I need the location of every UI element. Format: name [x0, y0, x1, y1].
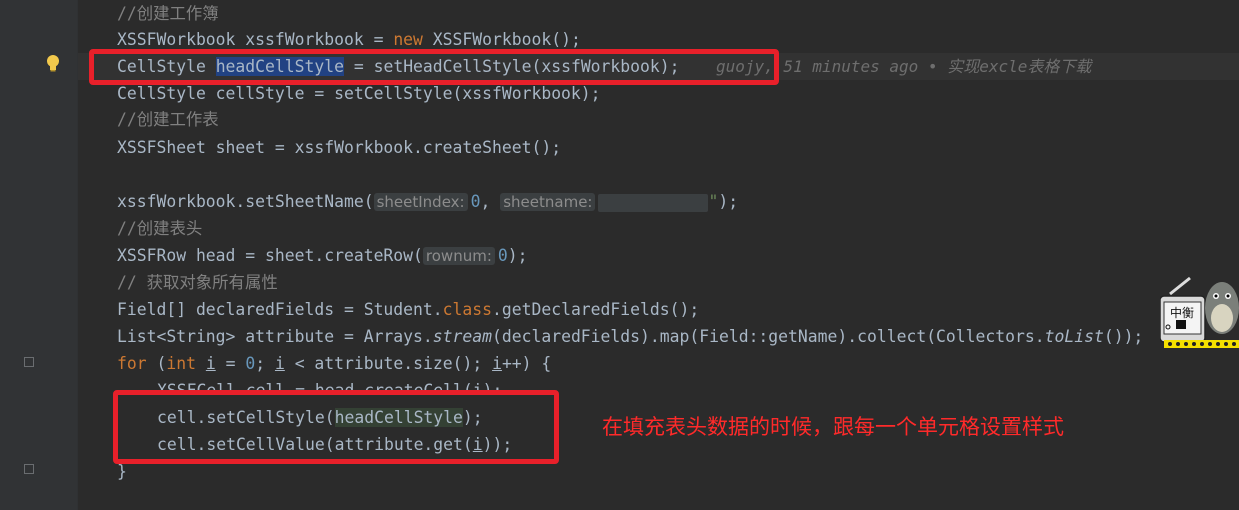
lightbulb-icon[interactable]: [46, 55, 60, 72]
loop-variable: i: [274, 354, 285, 373]
code-line-9: //创建表头: [117, 215, 202, 242]
code-text: ,: [480, 192, 501, 211]
code-text: );: [718, 192, 739, 211]
fold-marker-icon[interactable]: [24, 357, 34, 367]
comment: //创建工作表: [117, 110, 219, 129]
static-method: stream: [432, 327, 492, 346]
keyword-class: class: [442, 300, 492, 319]
code-line-15-obscured: XSSFCell cell = head.createCell(i);: [157, 381, 503, 391]
code-line-1: //创建工作簿: [117, 0, 219, 27]
loop-variable: i: [492, 354, 502, 373]
blurred-string: [598, 193, 709, 212]
number-literal: 0: [470, 192, 481, 211]
code-line-13: List<String> attribute = Arrays.stream(d…: [117, 323, 1143, 350]
code-text: XSSFWorkbook();: [422, 30, 581, 49]
code-line-12: Field[] declaredFields = Student.class.g…: [117, 296, 699, 323]
code-line-6: XSSFSheet sheet = xssfWorkbook.createShe…: [117, 134, 561, 161]
param-hint-sheetindex: sheetIndex:: [373, 193, 468, 211]
code-line-11: // 获取对象所有属性: [117, 269, 278, 296]
code-text: CellStyle cellStyle = setCellStyle(xssfW…: [117, 84, 601, 103]
keyword-new: new: [393, 30, 423, 49]
code-text: xssfWorkbook.setSheetName(: [117, 192, 374, 211]
code-line-14: for (int i = 0; i < attribute.size(); i+…: [117, 350, 551, 377]
code-text: List<String> attribute = Arrays.: [117, 327, 433, 346]
editor-gutter: [0, 0, 77, 510]
comment: // 获取对象所有属性: [117, 273, 278, 292]
code-text: Field[] declaredFields = Student.: [117, 300, 443, 319]
code-text: XSSFSheet sheet = xssfWorkbook.createShe…: [117, 138, 562, 157]
param-hint-sheetname: sheetname:: [500, 193, 596, 211]
code-text: (declaredFields).map(Field::getName).col…: [492, 327, 1045, 346]
number-literal: 0: [497, 246, 508, 265]
code-text: XSSFRow head = sheet.createRow(: [117, 246, 423, 265]
keyword-for: for: [117, 354, 147, 373]
code-text: =: [215, 354, 246, 373]
string-literal-end: ": [708, 192, 719, 211]
code-text: ());: [1103, 327, 1144, 346]
code-line-5: //创建工作表: [117, 106, 219, 133]
param-hint-rownum: rownum:: [422, 247, 495, 265]
comment: //创建表头: [117, 219, 203, 238]
code-text: .getDeclaredFields();: [492, 300, 700, 319]
sticker-label: 中衡: [1170, 305, 1194, 320]
code-text: );: [507, 246, 528, 265]
highlight-box-declaration: [89, 49, 779, 85]
annotation-text: 在填充表头数据的时候，跟每一个单元格设置样式: [602, 415, 1064, 439]
code-line-10: XSSFRow head = sheet.createRow(rownum: 0)…: [117, 242, 528, 269]
code-line-8: xssfWorkbook.setSheetName(sheetIndex: 0, …: [117, 188, 738, 215]
code-text: ;: [255, 354, 275, 373]
loop-variable: i: [205, 354, 216, 373]
number-literal: 0: [245, 354, 256, 373]
closing-brace: }: [117, 462, 127, 481]
static-method: toList: [1044, 327, 1104, 346]
fold-marker-icon[interactable]: [24, 464, 34, 474]
highlight-box-loop-body: [113, 390, 559, 464]
comment: //创建工作簿: [117, 4, 219, 23]
code-text: < attribute.size();: [284, 354, 493, 373]
keyword-int: int: [166, 354, 196, 373]
totoro-sticker-icon: 中衡: [1159, 270, 1239, 350]
code-text: XSSFWorkbook xssfWorkbook =: [117, 30, 394, 49]
code-text: (: [146, 354, 167, 373]
code-text: ++) {: [501, 354, 552, 373]
